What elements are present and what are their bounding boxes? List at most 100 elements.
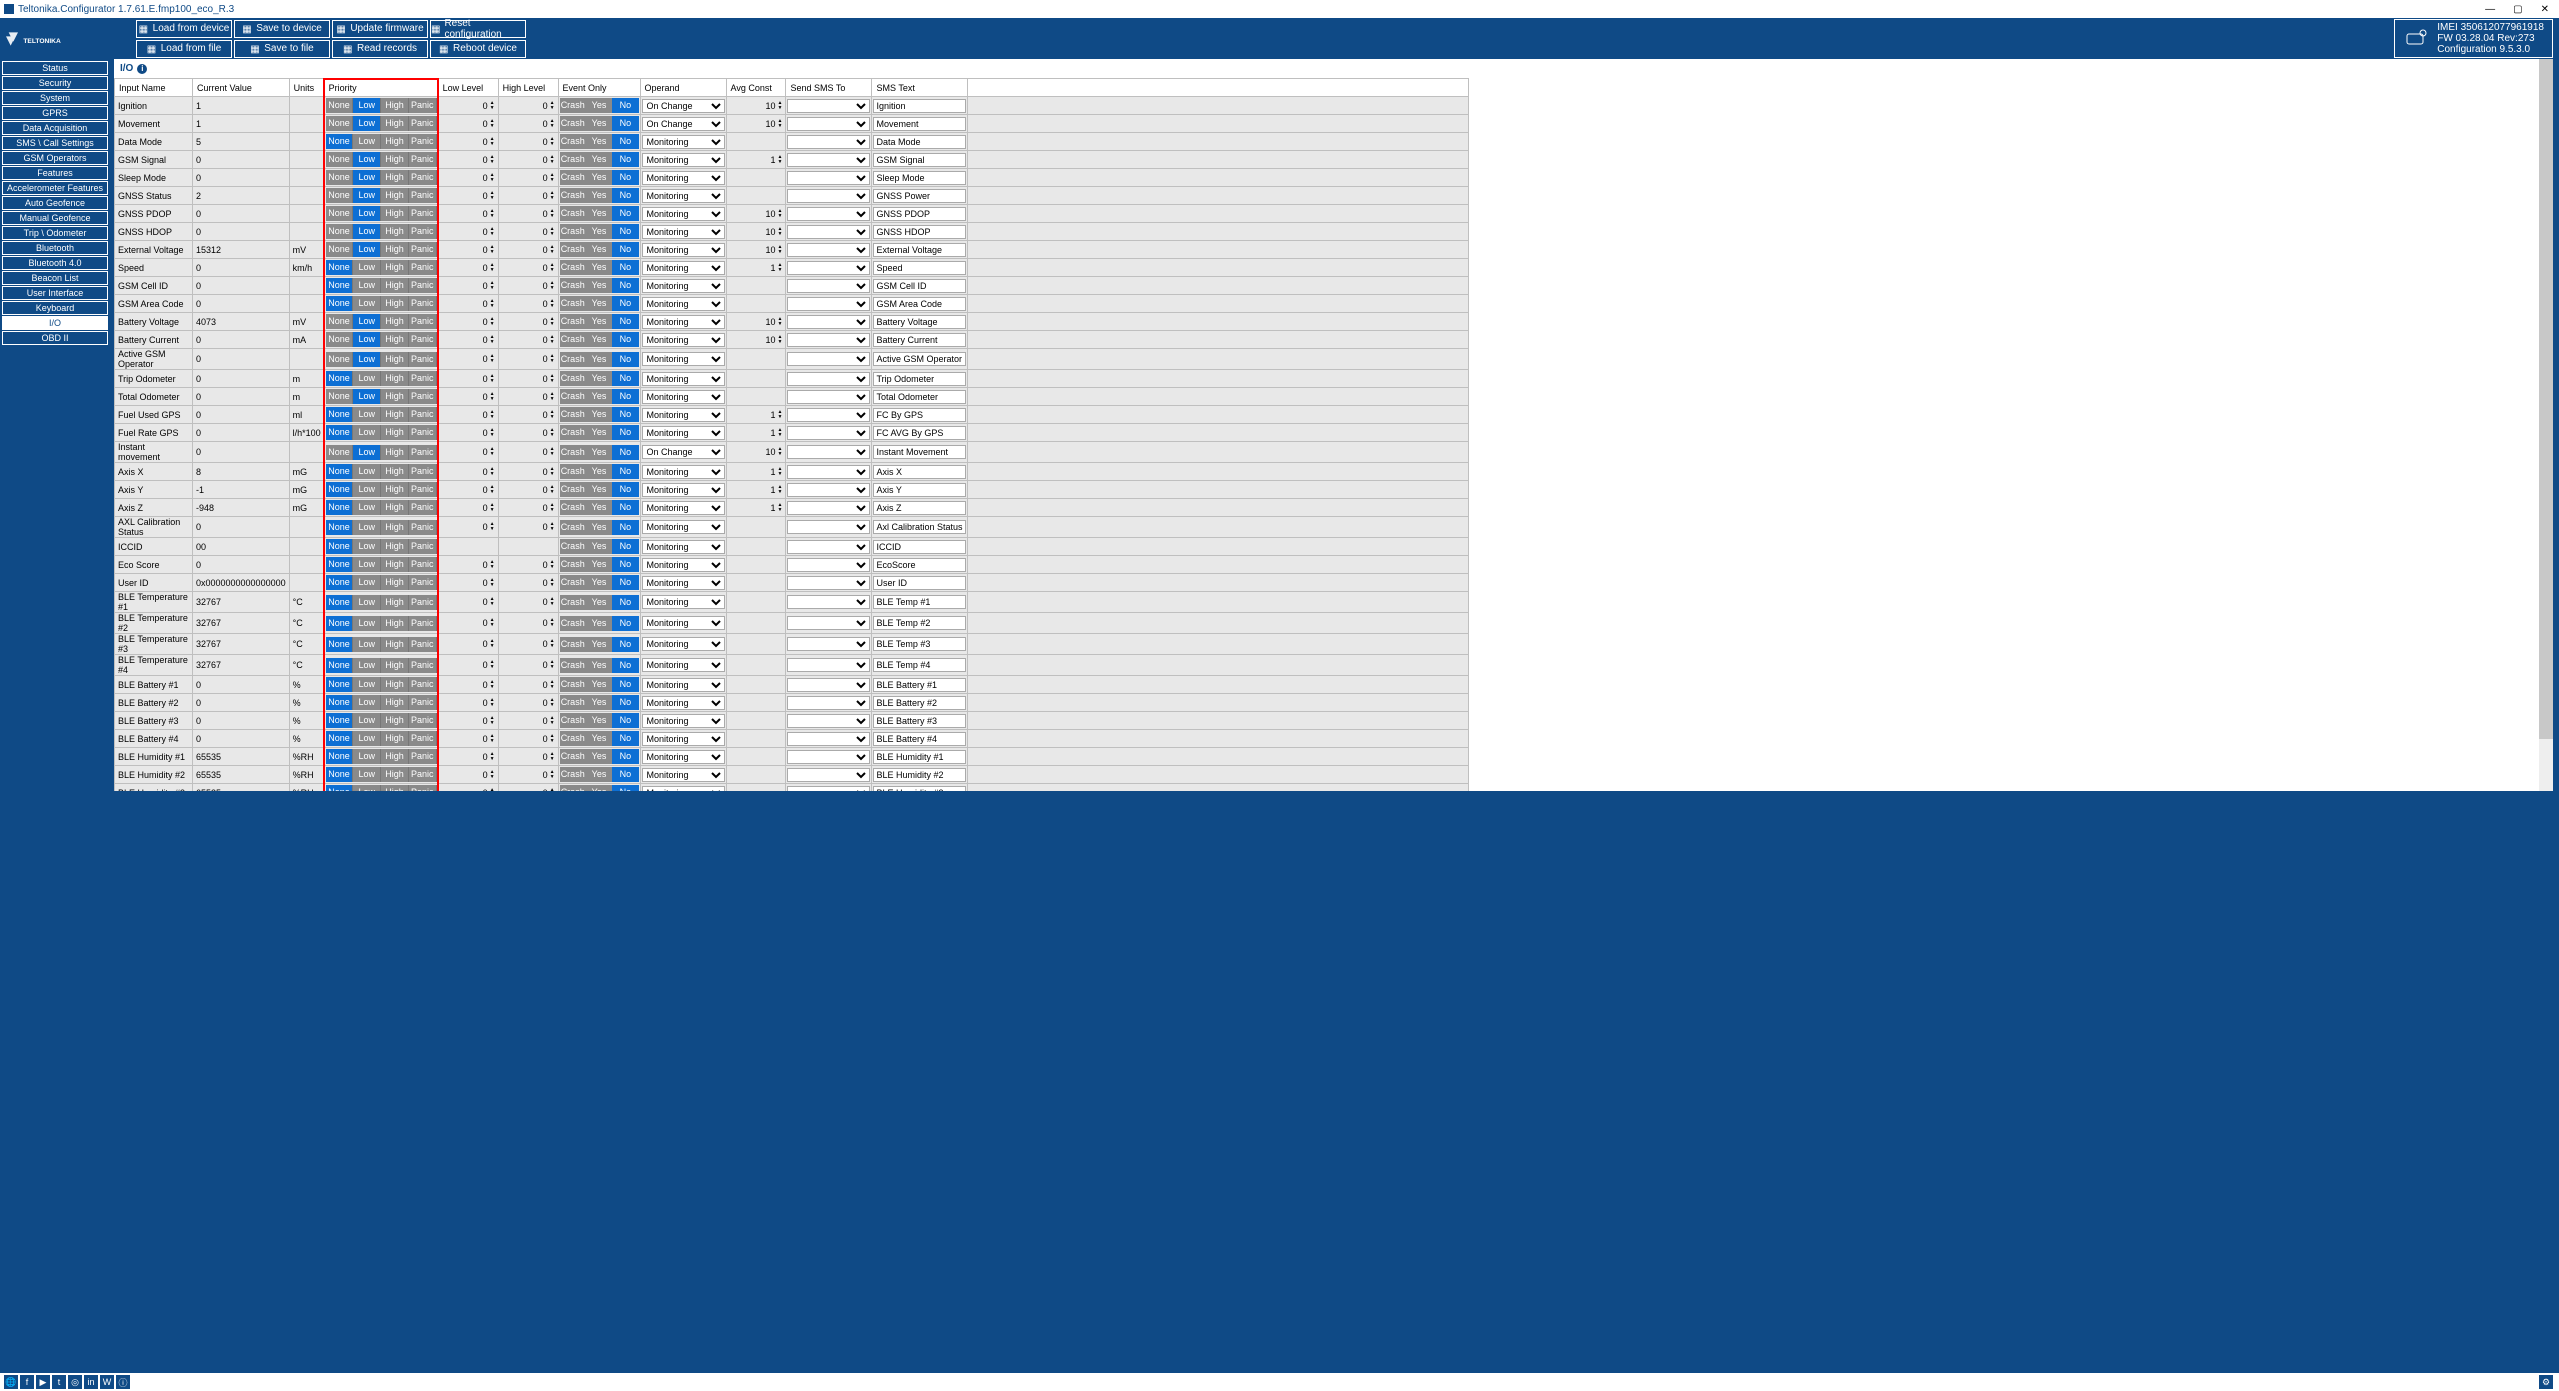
low-level-input[interactable] [442, 263, 488, 273]
high-level-input[interactable] [502, 299, 548, 309]
event-only-yes[interactable]: Yes [586, 658, 612, 673]
low-level-input[interactable] [442, 578, 488, 588]
spinner[interactable]: ▲▼ [490, 227, 495, 237]
spinner[interactable]: ▲▼ [550, 578, 555, 588]
operand-select[interactable]: MonitoringOn Change [642, 279, 725, 293]
priority-none[interactable]: None [326, 332, 354, 347]
spinner[interactable]: ▲▼ [490, 354, 495, 364]
operand-select[interactable]: MonitoringOn Change [642, 297, 725, 311]
event-only-yes[interactable]: Yes [586, 260, 612, 275]
low-level-input[interactable] [442, 101, 488, 111]
spinner[interactable]: ▲▼ [550, 392, 555, 402]
priority-none[interactable]: None [326, 520, 354, 535]
avg-const-input[interactable] [730, 447, 776, 457]
high-level-input[interactable] [502, 618, 548, 628]
priority-selector[interactable]: NoneLowHighPanic [326, 224, 437, 239]
in-icon[interactable]: in [84, 1375, 98, 1389]
high-level-input[interactable] [502, 680, 548, 690]
toolbar-update-firmware[interactable]: ▦Update firmware [332, 20, 428, 38]
send-sms-select[interactable] [787, 445, 870, 459]
event-only-no[interactable]: No [612, 713, 638, 728]
event-only-selector[interactable]: CrashYesNo [560, 188, 639, 203]
send-sms-select[interactable] [787, 297, 870, 311]
event-only-crash[interactable]: Crash [560, 677, 586, 692]
low-level-input[interactable] [442, 734, 488, 744]
low-level-input[interactable] [442, 245, 488, 255]
priority-selector[interactable]: NoneLowHighPanic [326, 371, 437, 386]
send-sms-select[interactable] [787, 768, 870, 782]
priority-panic[interactable]: Panic [409, 296, 437, 311]
priority-selector[interactable]: NoneLowHighPanic [326, 296, 437, 311]
priority-none[interactable]: None [326, 407, 354, 422]
priority-selector[interactable]: NoneLowHighPanic [326, 464, 437, 479]
event-only-crash[interactable]: Crash [560, 278, 586, 293]
sms-text-input[interactable] [873, 243, 966, 257]
priority-none[interactable]: None [326, 464, 354, 479]
event-only-selector[interactable]: CrashYesNo [560, 464, 639, 479]
send-sms-select[interactable] [787, 501, 870, 515]
event-only-yes[interactable]: Yes [586, 389, 612, 404]
event-only-selector[interactable]: CrashYesNo [560, 352, 639, 367]
priority-high[interactable]: High [381, 677, 409, 692]
spinner[interactable]: ▲▼ [778, 263, 783, 273]
event-only-crash[interactable]: Crash [560, 785, 586, 791]
sidebar-item-accelerometer-features[interactable]: Accelerometer Features [2, 181, 108, 195]
event-only-yes[interactable]: Yes [586, 557, 612, 572]
sidebar-item-bluetooth[interactable]: Bluetooth [2, 241, 108, 255]
priority-none[interactable]: None [326, 296, 354, 311]
operand-select[interactable]: MonitoringOn Change [642, 117, 725, 131]
send-sms-select[interactable] [787, 637, 870, 651]
priority-low[interactable]: Low [353, 98, 381, 113]
priority-high[interactable]: High [381, 224, 409, 239]
priority-none[interactable]: None [326, 575, 354, 590]
priority-panic[interactable]: Panic [409, 407, 437, 422]
priority-low[interactable]: Low [353, 314, 381, 329]
priority-panic[interactable]: Panic [409, 352, 437, 367]
avg-const-input[interactable] [730, 263, 776, 273]
priority-high[interactable]: High [381, 713, 409, 728]
priority-low[interactable]: Low [353, 389, 381, 404]
event-only-no[interactable]: No [612, 152, 638, 167]
sms-text-input[interactable] [873, 616, 966, 630]
sidebar-item-system[interactable]: System [2, 91, 108, 105]
toolbar-read-records[interactable]: ▦Read records [332, 40, 428, 58]
event-only-yes[interactable]: Yes [586, 314, 612, 329]
priority-none[interactable]: None [326, 658, 354, 673]
send-sms-select[interactable] [787, 465, 870, 479]
priority-panic[interactable]: Panic [409, 152, 437, 167]
operand-select[interactable]: MonitoringOn Change [642, 243, 725, 257]
priority-high[interactable]: High [381, 407, 409, 422]
event-only-crash[interactable]: Crash [560, 520, 586, 535]
event-only-selector[interactable]: CrashYesNo [560, 595, 639, 610]
avg-const-input[interactable] [730, 467, 776, 477]
priority-panic[interactable]: Panic [409, 98, 437, 113]
sidebar-item-gprs[interactable]: GPRS [2, 106, 108, 120]
high-level-input[interactable] [502, 227, 548, 237]
event-only-crash[interactable]: Crash [560, 539, 586, 554]
spinner[interactable]: ▲▼ [550, 467, 555, 477]
sms-text-input[interactable] [873, 520, 966, 534]
spinner[interactable]: ▲▼ [778, 227, 783, 237]
sms-text-input[interactable] [873, 225, 966, 239]
high-level-input[interactable] [502, 263, 548, 273]
high-level-input[interactable] [502, 503, 548, 513]
event-only-no[interactable]: No [612, 445, 638, 460]
event-only-yes[interactable]: Yes [586, 224, 612, 239]
spinner[interactable]: ▲▼ [490, 392, 495, 402]
priority-high[interactable]: High [381, 152, 409, 167]
spinner[interactable]: ▲▼ [778, 503, 783, 513]
f-icon[interactable]: f [20, 1375, 34, 1389]
priority-low[interactable]: Low [353, 731, 381, 746]
event-only-selector[interactable]: CrashYesNo [560, 482, 639, 497]
priority-low[interactable]: Low [353, 332, 381, 347]
priority-panic[interactable]: Panic [409, 464, 437, 479]
high-level-input[interactable] [502, 698, 548, 708]
sms-text-input[interactable] [873, 714, 966, 728]
event-only-crash[interactable]: Crash [560, 464, 586, 479]
priority-selector[interactable]: NoneLowHighPanic [326, 152, 437, 167]
send-sms-select[interactable] [787, 390, 870, 404]
spinner[interactable]: ▲▼ [490, 281, 495, 291]
low-level-input[interactable] [442, 392, 488, 402]
operand-select[interactable]: MonitoringOn Change [642, 520, 725, 534]
close-button[interactable]: ✕ [2541, 4, 2549, 15]
